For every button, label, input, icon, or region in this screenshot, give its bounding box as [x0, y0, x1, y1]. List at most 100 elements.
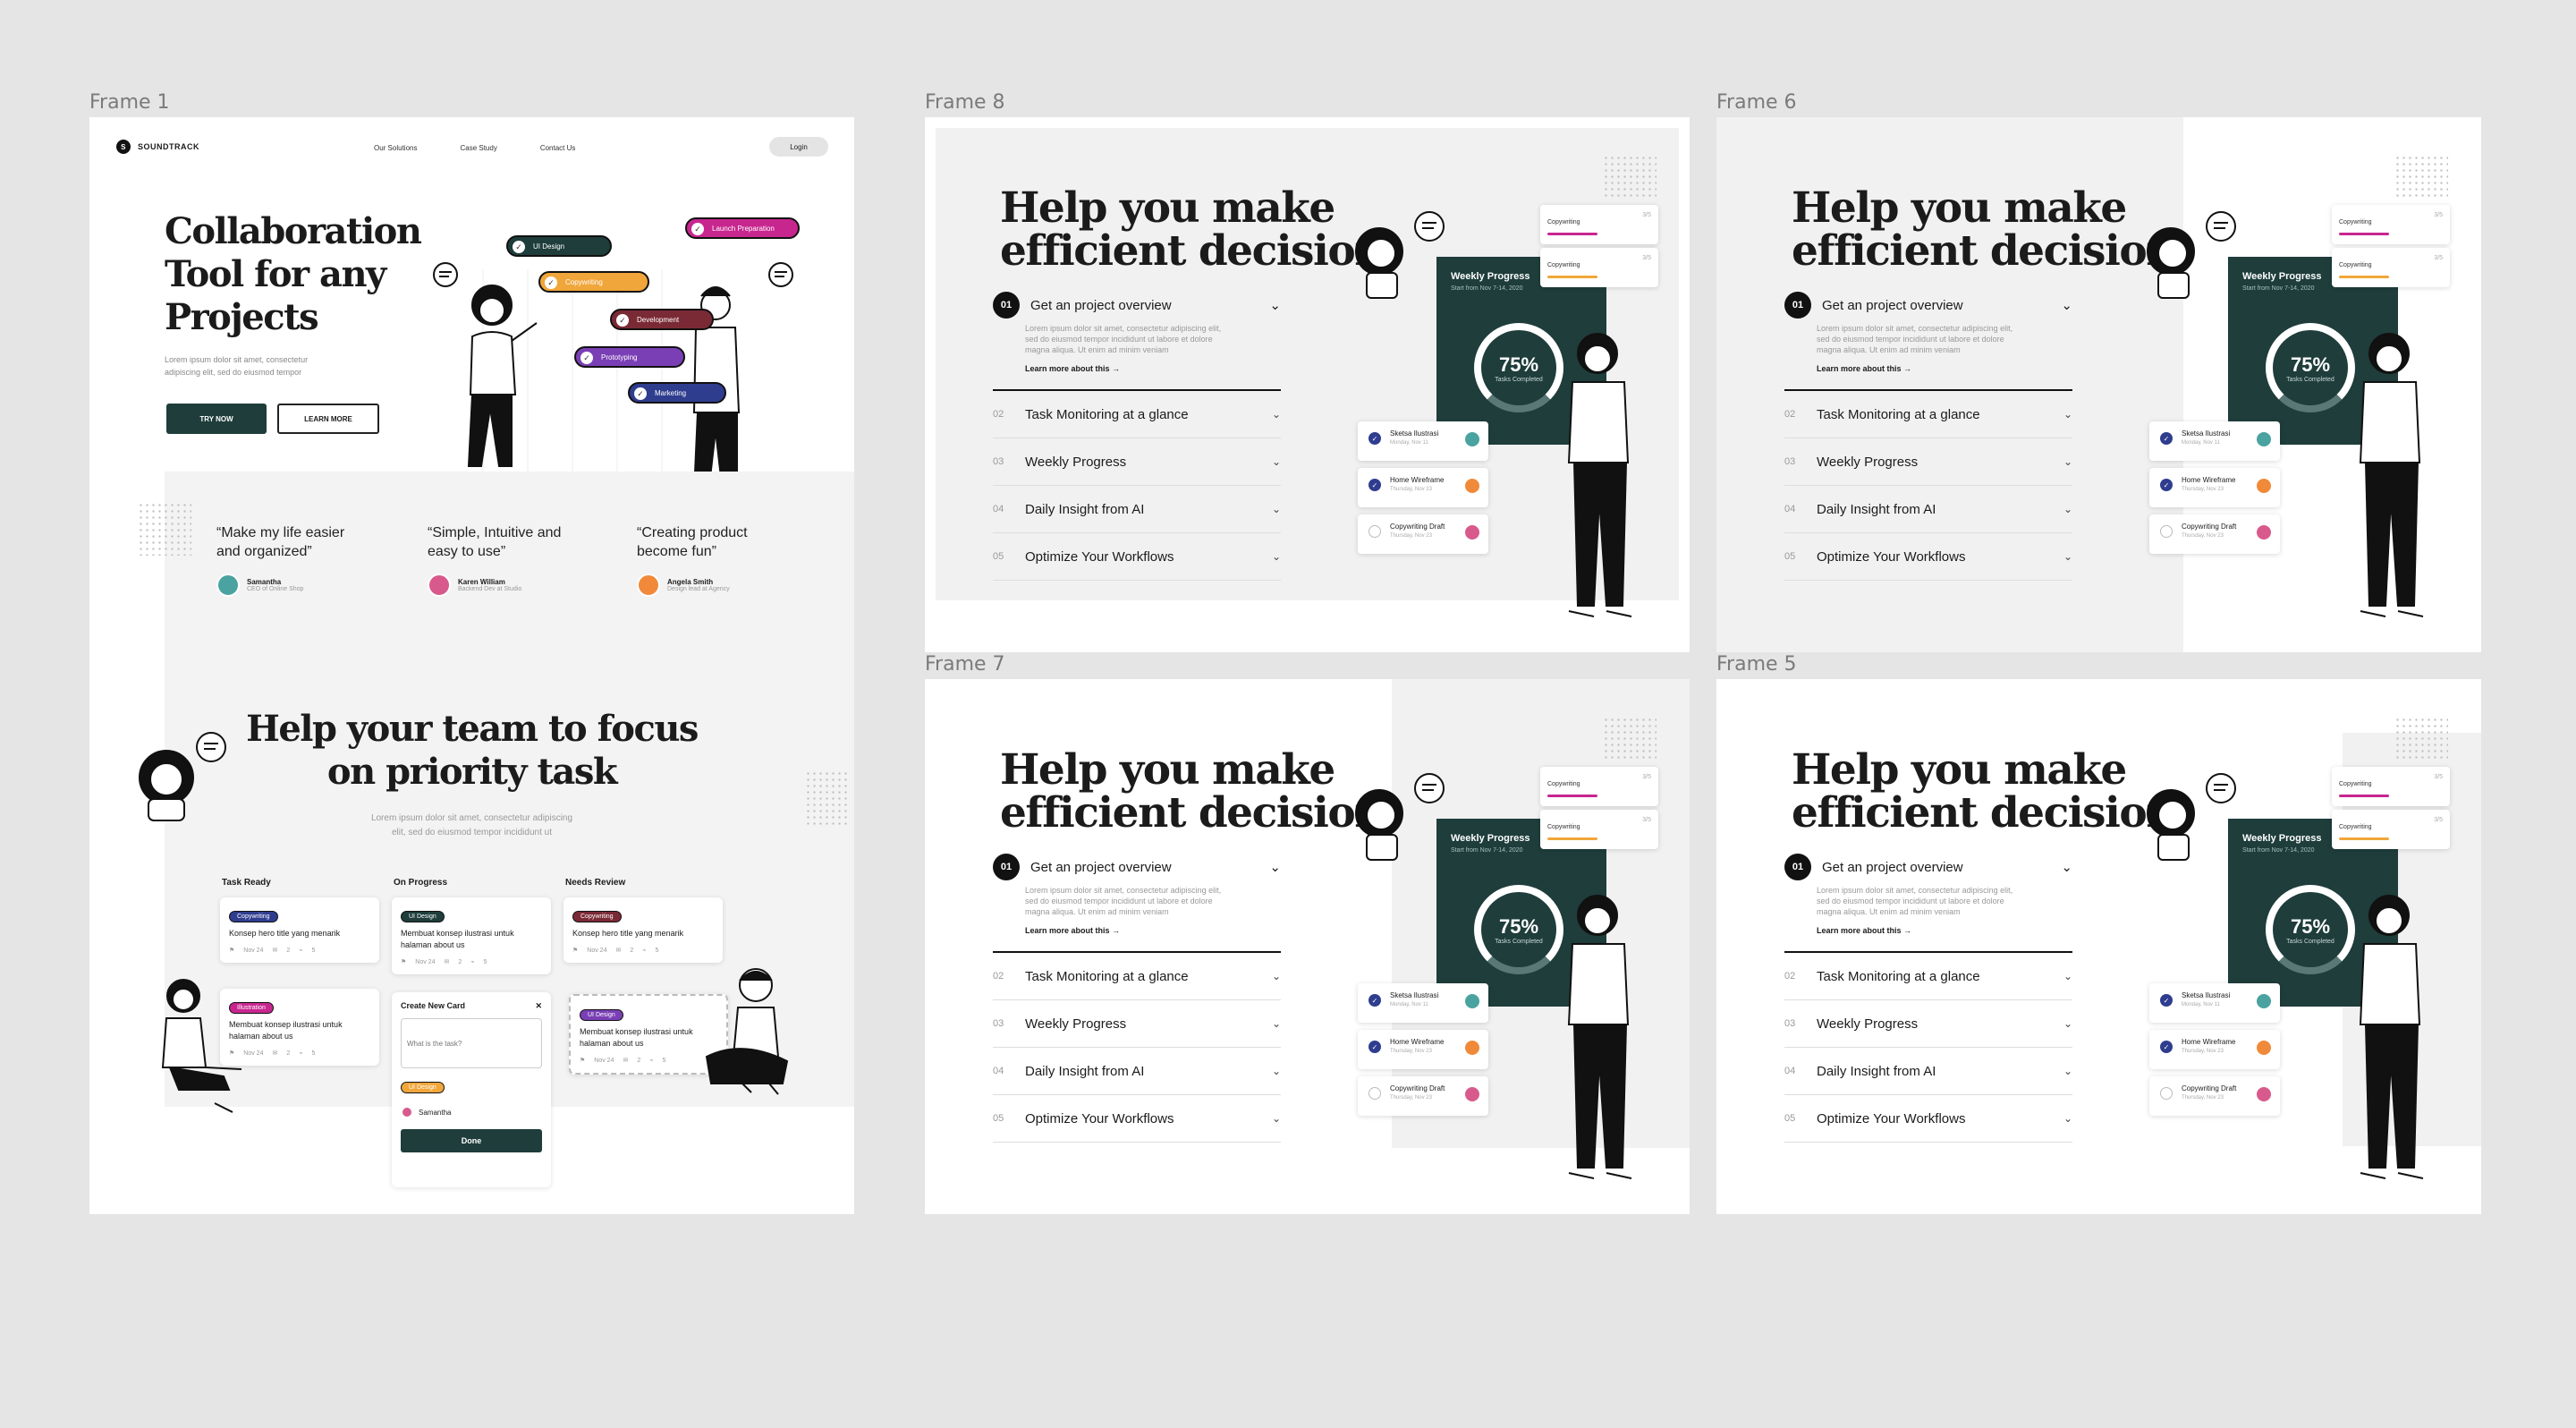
- nav-item-case-study[interactable]: Case Study: [460, 144, 496, 152]
- accordion-item-open[interactable]: 01 Get an project overview ⌄ Lorem ipsum d…: [993, 287, 1281, 391]
- chevron-down-icon[interactable]: ⌄: [1269, 859, 1281, 875]
- checkbox-checked[interactable]: ✓: [1368, 994, 1381, 1007]
- accordion-item[interactable]: 04 Daily Insight from AI ⌄: [993, 486, 1281, 533]
- checkbox-checked[interactable]: ✓: [1368, 432, 1381, 445]
- checkbox-checked[interactable]: ✓: [2160, 994, 2173, 1007]
- accordion-item[interactable]: 03 Weekly Progress ⌄: [993, 438, 1281, 486]
- accordion-item[interactable]: 05 Optimize Your Workflows ⌄: [1784, 1095, 2072, 1143]
- task-item[interactable]: ✓ Sketsa Ilustrasi Monday, Nov 11: [2149, 421, 2280, 461]
- task-item[interactable]: ✓ Home Wireframe Thursday, Nov 23: [2149, 1030, 2280, 1069]
- chat-icon: ✉: [444, 959, 450, 965]
- brand-logo[interactable]: S SOUNDTRACK: [116, 140, 199, 154]
- checkbox-checked[interactable]: ✓: [2160, 432, 2173, 445]
- accordion-item[interactable]: 02 Task Monitoring at a glance ⌄: [993, 391, 1281, 438]
- nav-item-contact[interactable]: Contact Us: [540, 144, 576, 152]
- accordion-item[interactable]: 04 Daily Insight from AI ⌄: [1784, 486, 2072, 533]
- accordion-item-open[interactable]: 01 Get an project overview ⌄ Lorem ipsum d…: [1784, 287, 2072, 391]
- task-item[interactable]: ✓ Home Wireframe Thursday, Nov 23: [2149, 468, 2280, 507]
- frame-5[interactable]: Help you make efficient decision 01 Get a…: [1716, 679, 2481, 1214]
- learn-more-link[interactable]: Learn more about this →: [993, 364, 1281, 373]
- pill-label: Launch Preparation: [712, 224, 775, 233]
- checkbox-unchecked[interactable]: [1368, 525, 1381, 538]
- accordion-item[interactable]: 02 Task Monitoring at a glance ⌄: [993, 953, 1281, 1000]
- chevron-down-icon[interactable]: ⌄: [2061, 297, 2072, 313]
- task-item[interactable]: Copywriting Draft Thursday, Nov 23: [2149, 514, 2280, 554]
- accordion-item[interactable]: 03 Weekly Progress ⌄: [1784, 438, 2072, 486]
- task-item[interactable]: Copywriting Draft Thursday, Nov 23: [1358, 514, 1488, 554]
- accordion-item-open[interactable]: 01 Get an project overview ⌄ Lorem ipsum d…: [1784, 849, 2072, 953]
- item-number: 03: [993, 1018, 1004, 1029]
- accordion-item[interactable]: 02 Task Monitoring at a glance ⌄: [1784, 953, 2072, 1000]
- card-title: Membuat konsep ilustrasi untuk halaman a…: [401, 929, 514, 949]
- learn-more-link[interactable]: Learn more about this →: [1784, 926, 2072, 935]
- accordion-item[interactable]: 05 Optimize Your Workflows ⌄: [993, 533, 1281, 581]
- checkbox-checked[interactable]: ✓: [1368, 479, 1381, 491]
- card-date: Nov 24: [243, 947, 264, 954]
- try-now-button[interactable]: TRY NOW: [166, 404, 267, 434]
- new-card-tag[interactable]: UI Design: [401, 1082, 445, 1093]
- progress-percent: 75%: [2290, 914, 2331, 938]
- chevron-down-icon[interactable]: ⌄: [2061, 859, 2072, 875]
- card-tag: Copywriting: [572, 911, 622, 922]
- hero-title: Collaboration Tool for any Projects: [165, 210, 422, 339]
- frame-6[interactable]: Help you make efficient decision 01 Get a…: [1716, 117, 2481, 652]
- frame-7[interactable]: Help you make efficient decision 01 Get a…: [925, 679, 1690, 1214]
- testimonial-quote: “Simple, Intuitive and easy to use”: [428, 525, 562, 559]
- accordion-item[interactable]: 04 Daily Insight from AI ⌄: [1784, 1048, 2072, 1095]
- check-icon: ✓: [513, 241, 525, 253]
- accordion-item[interactable]: 02 Task Monitoring at a glance ⌄: [1784, 391, 2072, 438]
- task-card[interactable]: Copywriting Konsep hero title yang menar…: [220, 897, 379, 963]
- task-item[interactable]: ✓ Sketsa Ilustrasi Monday, Nov 11: [1358, 983, 1488, 1023]
- clip-icon: ⌁: [299, 1050, 303, 1057]
- accordion-item[interactable]: 03 Weekly Progress ⌄: [1784, 1000, 2072, 1048]
- testimonial-role: Design lead at Agency: [667, 586, 730, 592]
- task-card[interactable]: UI Design Membuat konsep ilustrasi untuk…: [392, 897, 551, 974]
- item-label: Daily Insight from AI: [1025, 501, 1145, 517]
- accordion-item[interactable]: 05 Optimize Your Workflows ⌄: [1784, 533, 2072, 581]
- task-item[interactable]: ✓ Home Wireframe Thursday, Nov 23: [1358, 1030, 1488, 1069]
- assignee-name[interactable]: Samantha: [419, 1109, 451, 1117]
- task-item[interactable]: Copywriting Draft Thursday, Nov 23: [1358, 1076, 1488, 1116]
- accordion-item-open[interactable]: 01 Get an project overview ⌄ Lorem ipsum d…: [993, 849, 1281, 953]
- testimonial-2: “Simple, Intuitive and easy to use” Kare…: [428, 523, 562, 597]
- task-input[interactable]: [401, 1018, 542, 1068]
- item-number: 04: [1784, 1066, 1796, 1076]
- learn-more-link[interactable]: Learn more about this →: [993, 926, 1281, 935]
- check-icon: ✓: [545, 276, 557, 289]
- learn-more-button[interactable]: LEARN MORE: [277, 404, 379, 434]
- task-item[interactable]: ✓ Sketsa Ilustrasi Monday, Nov 11: [1358, 421, 1488, 461]
- checkbox-checked[interactable]: ✓: [1368, 1041, 1381, 1053]
- card-attachments: 5: [311, 947, 316, 954]
- nav-item-solutions[interactable]: Our Solutions: [374, 144, 417, 152]
- accordion-item[interactable]: 05 Optimize Your Workflows ⌄: [993, 1095, 1281, 1143]
- checkbox-checked[interactable]: ✓: [2160, 479, 2173, 491]
- checkbox-unchecked[interactable]: [2160, 1087, 2173, 1100]
- login-button[interactable]: Login: [769, 137, 828, 157]
- checkbox-unchecked[interactable]: [1368, 1087, 1381, 1100]
- section-desc-line: elit, sed do eiusmod tempor incididunt u…: [392, 828, 552, 837]
- checkbox-unchecked[interactable]: [2160, 525, 2173, 538]
- accordion-item[interactable]: 04 Daily Insight from AI ⌄: [993, 1048, 1281, 1095]
- accordion-item[interactable]: 03 Weekly Progress ⌄: [993, 1000, 1281, 1048]
- card-tag: UI Design: [580, 1009, 623, 1021]
- card-tag: Copywriting: [229, 911, 278, 922]
- create-card-panel[interactable]: Create New Card ✕ UI Design Samantha Don…: [392, 992, 551, 1187]
- close-icon[interactable]: ✕: [535, 1001, 542, 1011]
- learn-more-link[interactable]: Learn more about this →: [1784, 364, 2072, 373]
- girl-illustration: [139, 732, 226, 821]
- frame-8[interactable]: Help you make efficient decision 01 Get a…: [925, 117, 1690, 652]
- chevron-down-icon[interactable]: ⌄: [1269, 297, 1281, 313]
- avatar: [2257, 1041, 2271, 1055]
- card-date: Nov 24: [594, 1057, 614, 1064]
- done-button[interactable]: Done: [401, 1129, 542, 1152]
- task-item[interactable]: ✓ Sketsa Ilustrasi Monday, Nov 11: [2149, 983, 2280, 1023]
- item-number: 05: [1784, 1113, 1796, 1124]
- task-item[interactable]: ✓ Home Wireframe Thursday, Nov 23: [1358, 468, 1488, 507]
- avatar: [1465, 479, 1479, 493]
- hero-title-line: Projects: [165, 296, 319, 338]
- checkbox-checked[interactable]: ✓: [2160, 1041, 2173, 1053]
- progress-caption: Tasks Completed: [1495, 376, 1543, 383]
- task-item[interactable]: Copywriting Draft Thursday, Nov 23: [2149, 1076, 2280, 1116]
- frame-1[interactable]: S SOUNDTRACK Our Solutions Case Study Co…: [89, 117, 854, 1214]
- task-card[interactable]: Copywriting Konsep hero title yang menar…: [564, 897, 723, 963]
